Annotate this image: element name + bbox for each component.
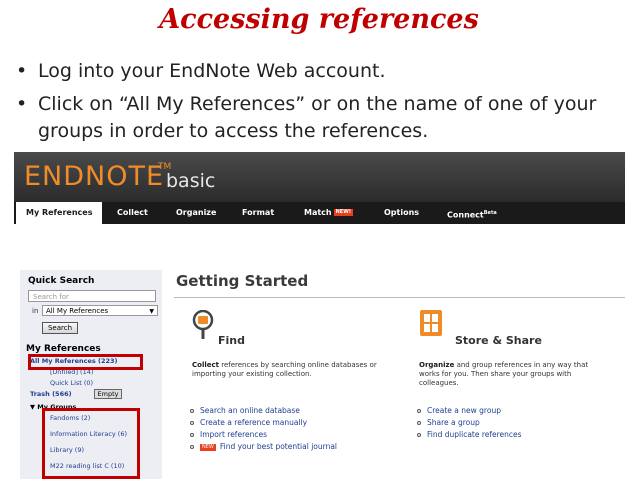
new-badge: NEW bbox=[200, 443, 216, 451]
highlight-groups bbox=[42, 408, 140, 479]
search-input[interactable]: Search for bbox=[28, 290, 156, 302]
store-link-text: Create a new group bbox=[427, 406, 501, 415]
find-link-item[interactable]: Search an online database bbox=[190, 405, 337, 417]
tab-connect-label: Connect bbox=[447, 210, 484, 220]
store-link-item[interactable]: Find duplicate references bbox=[417, 429, 522, 441]
divider bbox=[174, 297, 625, 298]
find-link-text: Find your best potential journal bbox=[219, 442, 338, 451]
chevron-down-icon: ▼ bbox=[149, 308, 154, 315]
store-share-title: Store & Share bbox=[455, 334, 542, 347]
store-lead: Organize bbox=[419, 361, 455, 369]
main-tab-bar: My References Collect Organize Format Ma… bbox=[14, 202, 625, 224]
tab-connect[interactable]: ConnectBeta bbox=[447, 202, 497, 224]
in-label: in bbox=[32, 307, 39, 315]
bullet-text: Click on “All My References” or on the n… bbox=[38, 93, 597, 142]
grid-icon bbox=[424, 314, 438, 332]
magnifier-icon bbox=[192, 310, 214, 339]
quick-search-title: Quick Search bbox=[28, 276, 95, 286]
brand-suffix: basic bbox=[166, 170, 216, 192]
tab-match[interactable]: Match NEW! bbox=[304, 202, 354, 224]
store-link-text: Find duplicate references bbox=[427, 430, 522, 439]
find-links: Search an online database Create a refer… bbox=[190, 405, 337, 453]
find-lead: Collect bbox=[192, 361, 219, 369]
find-link-text: Create a reference manually bbox=[200, 418, 308, 427]
trash-link[interactable]: Trash (566) bbox=[30, 390, 72, 398]
bullet-text: Log into your EndNote Web account. bbox=[38, 60, 386, 82]
store-description: Organize and group references in any way… bbox=[419, 361, 609, 388]
bullet-list: • Log into your EndNote Web account. • Cli… bbox=[16, 58, 626, 151]
store-link-item[interactable]: Create a new group bbox=[417, 405, 522, 417]
store-links: Create a new group Share a group Find du… bbox=[417, 405, 522, 441]
bullet-item: • Log into your EndNote Web account. bbox=[16, 60, 386, 82]
find-link-item[interactable]: Create a reference manually bbox=[190, 417, 337, 429]
endnote-screenshot: ENDNOTE TM basic My References Collect O… bbox=[14, 152, 625, 479]
brand-bar: ENDNOTE TM basic bbox=[14, 152, 625, 202]
slide-title: Accessing references bbox=[159, 4, 479, 35]
find-title: Find bbox=[218, 334, 245, 347]
store-link-item[interactable]: Share a group bbox=[417, 417, 522, 429]
tab-collect[interactable]: Collect bbox=[117, 202, 148, 224]
highlight-all-references bbox=[28, 354, 143, 370]
search-scope-select[interactable]: All My References ▼ bbox=[42, 305, 158, 316]
tab-format[interactable]: Format bbox=[242, 202, 274, 224]
new-badge: NEW! bbox=[333, 209, 354, 216]
search-scope-value: All My References bbox=[46, 307, 109, 315]
quick-list-link[interactable]: Quick List (0) bbox=[50, 379, 93, 387]
find-link-item[interactable]: NEW Find your best potential journal bbox=[190, 441, 337, 453]
tab-my-references[interactable]: My References bbox=[16, 202, 103, 224]
my-references-title: My References bbox=[26, 344, 101, 354]
tab-organize[interactable]: Organize bbox=[176, 202, 216, 224]
find-link-item[interactable]: Import references bbox=[190, 429, 337, 441]
empty-trash-button[interactable]: Empty bbox=[94, 389, 122, 399]
endnote-logo: ENDNOTE bbox=[24, 161, 165, 192]
page-title: Getting Started bbox=[176, 272, 309, 290]
store-share-icon bbox=[420, 310, 442, 336]
tab-options[interactable]: Options bbox=[384, 202, 419, 224]
find-desc-text: references by searching online databases… bbox=[192, 361, 377, 378]
find-link-text: Search an online database bbox=[200, 406, 300, 415]
tab-match-label: Match bbox=[304, 208, 332, 217]
store-link-text: Share a group bbox=[427, 418, 480, 427]
search-button[interactable]: Search bbox=[42, 322, 78, 334]
find-description: Collect references by searching online d… bbox=[192, 361, 382, 379]
beta-sup: Beta bbox=[483, 210, 497, 216]
find-link-text: Import references bbox=[200, 430, 267, 439]
bullet-item: • Click on “All My References” or on the … bbox=[16, 93, 597, 142]
